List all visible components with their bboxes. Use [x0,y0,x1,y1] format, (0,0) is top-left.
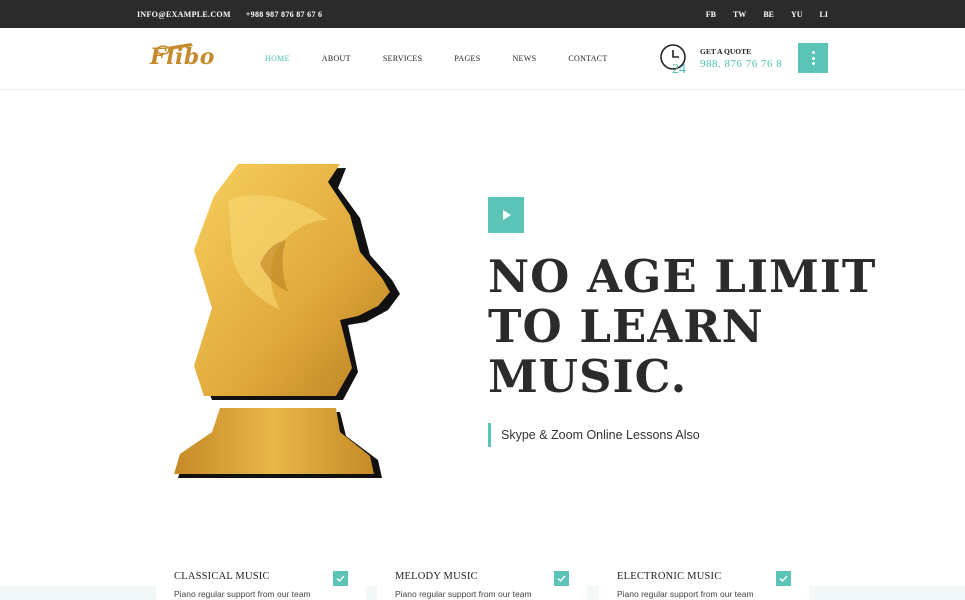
dots-vertical-icon [811,51,815,54]
headline-line-3: MUSIC. [488,350,688,403]
check-icon [554,571,569,586]
nav-about[interactable]: ABOUT [322,54,351,63]
top-email[interactable]: INFO@EXAMPLE.COM [137,10,231,19]
card-desc: Piano regular support from our team [395,589,532,599]
feature-card-electronic[interactable]: ELECTRONIC MUSIC Piano regular support f… [599,560,809,600]
headline-line-1: NO AGE LIMIT [488,250,877,303]
logo-text[interactable]: Flibo [150,44,215,70]
check-icon [776,571,791,586]
nav-contact[interactable]: CONTACT [568,54,607,63]
card-title: MELODY MUSIC [395,571,478,582]
site-header: Flibo HOME ABOUT SERVICES PAGES NEWS CON… [0,28,965,90]
social-link-li[interactable]: LI [820,10,828,19]
check-icon [333,571,348,586]
top-contact: INFO@EXAMPLE.COM +988 987 876 87 67 6 [137,0,322,28]
social-link-be[interactable]: BE [763,10,774,19]
social-link-yu[interactable]: YU [791,10,803,19]
menu-button[interactable] [798,43,828,73]
social-links: FB TW BE YU LI [706,0,828,28]
play-icon [503,210,511,220]
card-title: ELECTRONIC MUSIC [617,571,722,582]
feature-card-classical[interactable]: CLASSICAL MUSIC Piano regular support fr… [156,560,366,600]
feature-card-melody[interactable]: MELODY MUSIC Piano regular support from … [377,560,587,600]
top-phone[interactable]: +988 987 876 87 67 6 [246,10,323,19]
play-video-button[interactable] [488,197,524,233]
quote-label: GET A QUOTE [700,47,752,56]
card-desc: Piano regular support from our team [174,589,311,599]
social-link-tw[interactable]: TW [733,10,746,19]
nav-pages[interactable]: PAGES [454,54,480,63]
hero-subline: Skype & Zoom Online Lessons Also [488,423,700,447]
nav-services[interactable]: SERVICES [383,54,423,63]
clock-badge: 24 [672,62,686,76]
card-desc: Piano regular support from our team [617,589,754,599]
headline-line-2: TO LEARN [488,300,764,353]
quote-block[interactable]: 24 GET A QUOTE 988. 876 76 76 8 [658,42,788,76]
main-nav: HOME ABOUT SERVICES PAGES NEWS CONTACT [265,28,640,89]
top-bar: INFO@EXAMPLE.COM +988 987 876 87 67 6 FB… [0,0,965,28]
nav-news[interactable]: NEWS [512,54,536,63]
social-link-fb[interactable]: FB [706,10,716,19]
hero-headline: NO AGE LIMIT TO LEARN MUSIC. [488,250,877,403]
nav-home[interactable]: HOME [265,54,290,63]
chess-knight-image [174,164,400,478]
card-title: CLASSICAL MUSIC [174,571,270,582]
quote-phone[interactable]: 988. 876 76 76 8 [700,58,782,70]
clock-24-icon: 24 [660,44,686,76]
